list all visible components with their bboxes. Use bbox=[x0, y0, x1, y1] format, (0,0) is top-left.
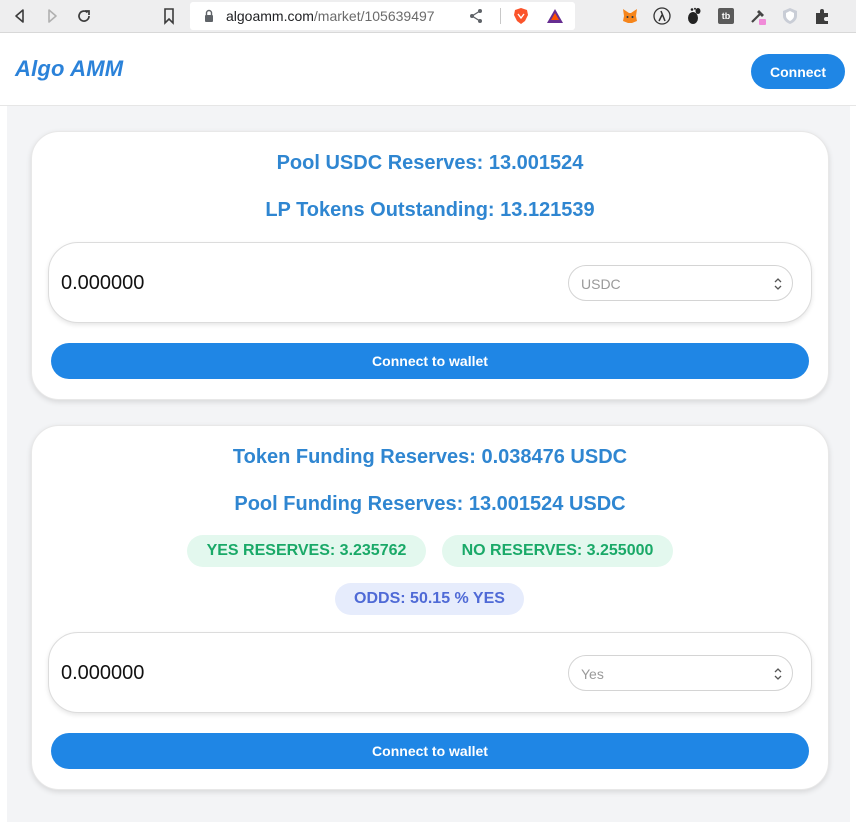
token-select-value: USDC bbox=[581, 276, 621, 292]
gnome-icon[interactable] bbox=[685, 7, 703, 25]
trade-amount-input[interactable] bbox=[61, 662, 361, 685]
outcome-select[interactable]: Yes bbox=[568, 655, 793, 691]
brave-rewards-icon[interactable] bbox=[546, 8, 564, 24]
trade-connect-wallet-button[interactable]: Connect to wallet bbox=[51, 733, 809, 769]
bookmark-icon[interactable] bbox=[160, 7, 178, 25]
trade-card: Token Funding Reserves: 0.038476 USDC Po… bbox=[31, 425, 829, 790]
odds-badge: ODDS: 50.15 % YES bbox=[335, 583, 524, 615]
lambda-icon[interactable] bbox=[653, 7, 671, 25]
puzzle-icon[interactable] bbox=[813, 7, 831, 25]
select-updown-icon bbox=[774, 278, 782, 290]
liquidity-amount-input[interactable] bbox=[61, 272, 361, 295]
lock-icon bbox=[205, 9, 213, 22]
tb-badge: tb bbox=[718, 8, 734, 24]
shield-icon[interactable] bbox=[781, 7, 799, 25]
connect-button[interactable]: Connect bbox=[751, 54, 845, 89]
trade-input-box: Yes bbox=[48, 632, 812, 713]
liquidity-input-box: USDC bbox=[48, 242, 812, 323]
app-header: Algo AMM Connect bbox=[0, 34, 856, 106]
share-icon[interactable] bbox=[468, 8, 484, 24]
address-divider bbox=[500, 8, 501, 24]
pool-funding-text: Pool Funding Reserves: 13.001524 USDC bbox=[234, 493, 626, 515]
forward-icon[interactable] bbox=[40, 4, 64, 28]
tool-icon[interactable] bbox=[749, 7, 767, 25]
back-icon[interactable] bbox=[8, 4, 32, 28]
token-select[interactable]: USDC bbox=[568, 265, 793, 301]
metamask-icon[interactable] bbox=[621, 7, 639, 25]
reload-icon[interactable] bbox=[72, 4, 96, 28]
lp-outstanding-text: LP Tokens Outstanding: 13.121539 bbox=[265, 199, 595, 221]
url-domain: algoamm.com bbox=[226, 8, 314, 24]
outcome-select-value: Yes bbox=[581, 666, 604, 682]
address-bar[interactable]: algoamm.com/market/105639497 bbox=[190, 2, 575, 30]
no-reserves-badge: NO RESERVES: 3.255000 bbox=[442, 535, 673, 567]
token-funding-text: Token Funding Reserves: 0.038476 USDC bbox=[232, 446, 628, 468]
tb-icon[interactable]: tb bbox=[717, 7, 735, 25]
brand-logo[interactable]: Algo AMM bbox=[15, 56, 123, 82]
pool-reserves-text: Pool USDC Reserves: 13.001524 bbox=[276, 152, 584, 174]
url-path: /market/105639497 bbox=[313, 8, 435, 24]
url-text: algoamm.com/market/105639497 bbox=[226, 8, 435, 24]
yes-reserves-badge: YES RESERVES: 3.235762 bbox=[187, 535, 426, 567]
brave-shield-icon[interactable] bbox=[512, 7, 530, 25]
select-updown-icon bbox=[774, 668, 782, 680]
liquidity-card: Pool USDC Reserves: 13.001524 LP Tokens … bbox=[31, 131, 829, 400]
browser-toolbar: algoamm.com/market/105639497 tb bbox=[0, 0, 856, 33]
liquidity-connect-wallet-button[interactable]: Connect to wallet bbox=[51, 343, 809, 379]
